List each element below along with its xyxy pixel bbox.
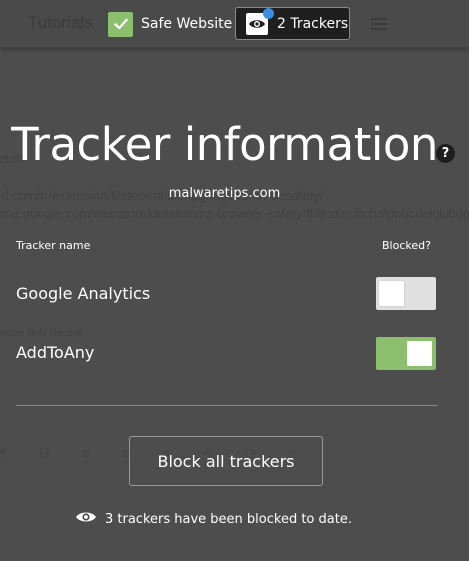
safe-website-label: Safe Website	[141, 16, 233, 32]
column-header-tracker-name: Tracker name	[16, 239, 91, 252]
background-text-line: ome.google.com/webstore/detail/avira-bro…	[0, 206, 469, 221]
help-icon[interactable]: ?	[436, 144, 455, 163]
page-title: Tracker information	[11, 118, 438, 171]
site-domain: malwaretips.com	[168, 186, 281, 201]
divider	[16, 405, 437, 406]
trackers-count-label: 2 Trackers	[277, 15, 349, 32]
safe-website-indicator[interactable]: Safe Website	[108, 11, 232, 37]
background-logo: Tutorials	[28, 13, 93, 32]
tracker-name-addtoany: AddToAny	[16, 343, 95, 362]
tracker-name-google-analytics: Google Analytics	[16, 284, 151, 303]
toggle-knob	[379, 281, 404, 306]
column-header-blocked: Blocked?	[382, 239, 431, 252]
block-toggle-addtoany[interactable]	[376, 337, 436, 370]
notification-dot	[263, 7, 274, 19]
toggle-knob	[407, 341, 432, 366]
eye-icon	[245, 7, 274, 36]
trackers-button[interactable]: 2 Trackers	[235, 7, 350, 40]
check-icon	[108, 11, 133, 37]
eye-icon	[75, 510, 97, 528]
blocked-to-date-text: 3 trackers have been blocked to date.	[105, 511, 352, 527]
block-all-trackers-button[interactable]: Block all trackers	[129, 436, 323, 486]
background-menu-icon	[371, 18, 387, 33]
block-toggle-google-analytics[interactable]	[376, 277, 436, 310]
background-text-line: Notes illuhi Recent	[0, 328, 82, 339]
blocked-to-date-summary: 3 trackers have been blocked to date.	[75, 510, 352, 528]
